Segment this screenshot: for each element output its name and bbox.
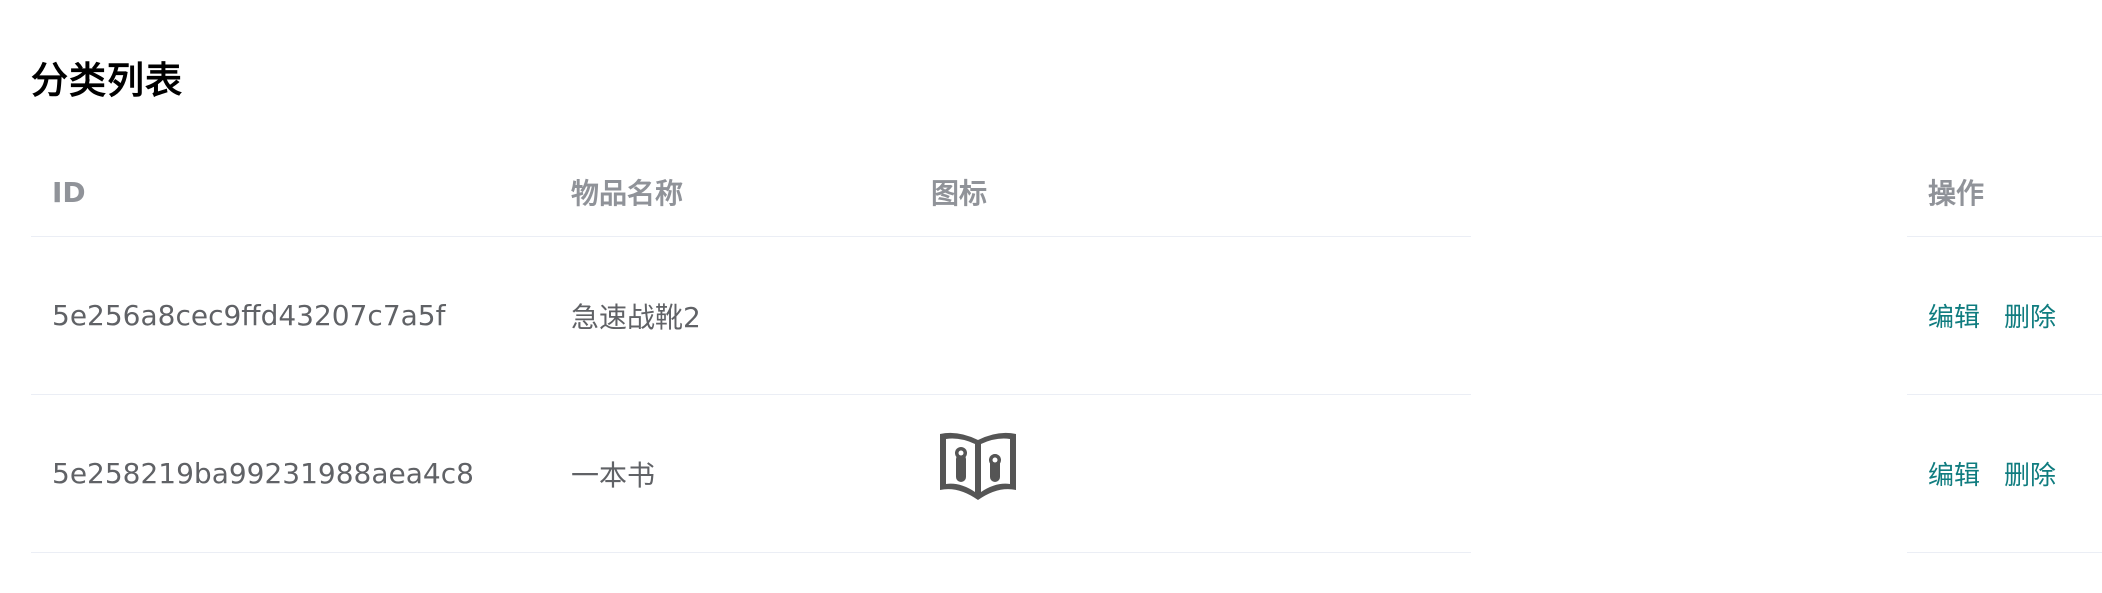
row-id-cell: 5e256a8cec9ffd43207c7a5f: [52, 299, 446, 332]
table-row: 5e256a8cec9ffd43207c7a5f 急速战靴2: [31, 237, 1471, 395]
table-row: 编辑 删除: [1907, 237, 2102, 395]
table-header-row: 操作: [1907, 148, 2102, 237]
edit-button[interactable]: 编辑: [1928, 297, 1980, 334]
book-icon: [937, 428, 1019, 502]
page-title: 分类列表: [31, 59, 183, 102]
delete-button[interactable]: 删除: [2004, 455, 2056, 492]
edit-button[interactable]: 编辑: [1928, 455, 1980, 492]
row-name-cell: 急速战靴2: [571, 300, 701, 334]
row-actions-cell: 编辑 删除: [1928, 395, 2080, 552]
row-id-cell: 5e258219ba99231988aea4c8: [52, 457, 474, 490]
category-table-actions: 操作 编辑 删除 编辑 删除: [1907, 148, 2102, 553]
delete-button[interactable]: 删除: [2004, 297, 2056, 334]
category-list-page: 分类列表 ID 物品名称 图标 5e256a8cec9ffd43207c7a5f…: [0, 0, 2102, 593]
row-icon-cell: [931, 395, 1019, 552]
column-header-icon: 图标: [931, 177, 988, 210]
column-header-actions: 操作: [1928, 177, 1985, 210]
table-row: 5e258219ba99231988aea4c8 一本书: [31, 395, 1471, 553]
column-header-id: ID: [52, 175, 86, 209]
column-header-name: 物品名称: [571, 177, 684, 210]
row-actions-cell: 编辑 删除: [1928, 237, 2080, 394]
table-row: 编辑 删除: [1907, 395, 2102, 553]
category-table-main: ID 物品名称 图标 5e256a8cec9ffd43207c7a5f 急速战靴…: [31, 148, 1471, 553]
row-name-cell: 一本书: [571, 458, 656, 492]
table-header-row: ID 物品名称 图标: [31, 148, 1471, 237]
